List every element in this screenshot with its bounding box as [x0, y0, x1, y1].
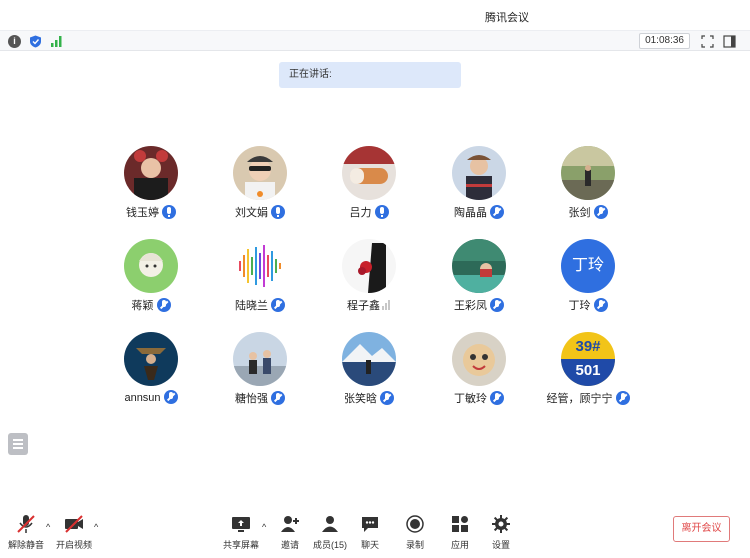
participant-tile[interactable]: 丁敏玲 [424, 332, 534, 412]
avatar [233, 239, 287, 293]
avatar [452, 239, 506, 293]
mic-muted-icon [163, 390, 178, 404]
participant-tile[interactable]: 张笑晗 [314, 332, 424, 412]
participant-name: annsun [124, 392, 161, 404]
avatar-text-bottom: 501 [575, 362, 601, 379]
participant-tile[interactable]: 蒋颖 [96, 239, 206, 319]
avatar [342, 146, 396, 200]
mic-muted-icon [271, 298, 285, 312]
participant-grid: 钱玉婷 刘文娟 吕力 陶晶晶 张剑 蒋颖 陆晓兰 程子鑫 王彩凤 丁玲 丁玲 a… [0, 0, 750, 500]
start-video-label: 开启视频 [55, 540, 92, 550]
mic-on-icon [374, 205, 389, 219]
participant-tile[interactable]: 糖怡强 [205, 332, 315, 412]
apps-label: 应用 [450, 540, 469, 550]
avatar [452, 146, 506, 200]
participant-tile[interactable]: 39# 501 经管，顾宁宁 [533, 332, 643, 412]
speaking-level-icon [382, 300, 391, 313]
share-screen-icon [232, 517, 250, 532]
participant-name: 钱玉婷 [126, 207, 159, 219]
avatar [561, 146, 615, 200]
bottom-toolbar: 解除静音 ^ 开启视频 ^ 共享屏幕 ^ 邀请 成员(15) 聊天 录制 应用 … [0, 508, 750, 558]
participant-tile[interactable]: 张剑 [533, 146, 643, 226]
gear-icon [492, 515, 510, 533]
members-label: 成员(15) [312, 540, 347, 550]
participant-tile[interactable]: 程子鑫 [314, 239, 424, 319]
unmute-button[interactable]: 解除静音 [0, 514, 52, 554]
mic-muted-icon [156, 298, 171, 312]
avatar [124, 239, 178, 293]
add-user-icon [281, 516, 299, 532]
participant-tile[interactable]: 王彩凤 [424, 239, 534, 319]
start-video-button[interactable]: 开启视频 [48, 514, 100, 554]
participant-tile[interactable]: 钱玉婷 [96, 146, 206, 226]
participant-name: 刘文娟 [235, 207, 268, 219]
participant-name: 陆晓兰 [235, 300, 268, 312]
mic-muted-icon [615, 391, 630, 405]
mic-muted-icon [490, 391, 504, 405]
participant-name: 吕力 [349, 207, 372, 219]
participant-name: 丁玲 [568, 300, 591, 312]
invite-label: 邀请 [280, 540, 299, 550]
settings-button[interactable]: 设置 [475, 514, 527, 554]
avatar: 丁玲 [561, 239, 615, 293]
participant-tile[interactable]: 陆晓兰 [205, 239, 315, 319]
leave-meeting-button[interactable]: 离开会议 [673, 516, 730, 542]
mic-on-icon [162, 205, 176, 219]
avatar [233, 146, 287, 200]
chat-icon [362, 517, 378, 532]
avatar-text-top: 39# [575, 338, 601, 355]
participant-tile[interactable]: 刘文娟 [205, 146, 315, 226]
participant-tile[interactable]: 陶晶晶 [424, 146, 534, 226]
mic-muted-icon [593, 205, 608, 219]
record-label: 录制 [405, 540, 424, 550]
participant-tile[interactable]: annsun [96, 332, 206, 412]
mic-muted-icon [490, 298, 504, 312]
participant-name: 蒋颖 [131, 300, 154, 312]
participant-name: 经管，顾宁宁 [546, 393, 613, 405]
chat-label: 聊天 [360, 540, 379, 550]
mic-muted-icon [380, 391, 394, 405]
mic-muted-icon [593, 298, 608, 312]
participant-name: 程子鑫 [347, 300, 380, 312]
mic-on-icon [271, 205, 285, 219]
avatar-initials: 丁玲 [571, 257, 604, 274]
mic-off-icon [17, 515, 35, 533]
participant-tile[interactable]: 吕力 [314, 146, 424, 226]
members-icon [322, 516, 338, 532]
mic-muted-icon [271, 391, 285, 405]
share-screen-label: 共享屏幕 [222, 540, 259, 550]
video-off-icon [65, 515, 83, 533]
settings-label: 设置 [491, 540, 510, 550]
avatar [233, 332, 287, 386]
participant-tile[interactable]: 丁玲 丁玲 [533, 239, 643, 319]
side-list-handle[interactable] [8, 433, 28, 455]
participant-name: 张剑 [568, 207, 591, 219]
participant-name: 王彩凤 [454, 300, 487, 312]
unmute-label: 解除静音 [7, 540, 44, 550]
avatar [124, 332, 178, 386]
apps-icon [452, 516, 468, 532]
avatar: 39# 501 [561, 332, 615, 386]
participant-name: 陶晶晶 [454, 207, 487, 219]
avatar [452, 332, 506, 386]
video-options-caret[interactable]: ^ [94, 522, 98, 532]
record-icon [406, 515, 424, 533]
mic-muted-icon [490, 205, 504, 219]
avatar [124, 146, 178, 200]
participant-name: 丁敏玲 [454, 393, 487, 405]
share-screen-button[interactable]: 共享屏幕 [215, 514, 267, 554]
participant-name: 张笑晗 [344, 393, 377, 405]
avatar [342, 332, 396, 386]
avatar [342, 239, 396, 293]
participant-name: 糖怡强 [235, 393, 268, 405]
